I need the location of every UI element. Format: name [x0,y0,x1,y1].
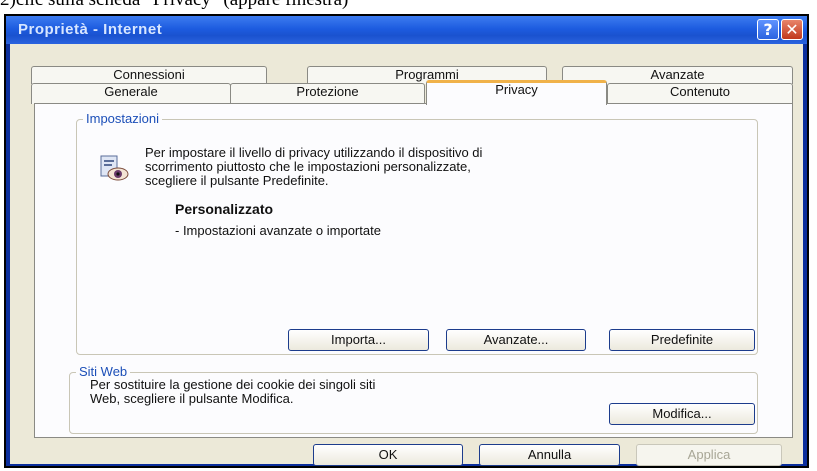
internet-properties-dialog: Proprietà - Internet ? ✕ Connessioni Pro… [4,14,809,468]
siti-web-desc-line-1: Per sostituire la gestione dei cookie de… [90,377,376,392]
impostazioni-desc-line-3: scegliere il pulsante Predefinite. [145,173,329,188]
help-button[interactable]: ? [757,19,779,40]
default-button[interactable]: Predefinite [609,329,755,351]
title-bar[interactable]: Proprietà - Internet ? ✕ [6,16,807,44]
advanced-button[interactable]: Avanzate... [446,329,586,351]
import-button[interactable]: Importa... [288,329,429,351]
tab-connessioni[interactable]: Connessioni [31,66,267,84]
impostazioni-desc-line-2: scorrimento piuttosto che le impostazion… [145,159,471,174]
cancel-button[interactable]: Annulla [479,444,620,466]
tab-generale[interactable]: Generale [31,83,231,104]
impostazioni-desc-line-1: Per impostare il livello di privacy util… [145,145,483,160]
modify-button[interactable]: Modifica... [609,403,755,425]
dialog-client-area: Connessioni Programmi Avanzate Generale … [10,44,803,466]
window-title: Proprietà - Internet [18,21,163,38]
impostazioni-label: Impostazioni [83,111,162,126]
ok-button[interactable]: OK [313,444,463,466]
privacy-eye-icon [100,155,129,181]
tab-privacy[interactable]: Privacy [426,80,607,105]
privacy-level-title: Personalizzato [175,201,274,217]
privacy-level-detail: - Impostazioni avanzate o importate [175,223,381,238]
apply-button[interactable]: Applica [636,444,782,466]
close-button[interactable]: ✕ [781,19,803,40]
page-caption: 2)clic sulla scheda "Privacy" (appare fi… [0,0,348,11]
tab-contenuto[interactable]: Contenuto [607,83,793,104]
siti-web-desc-line-2: Web, scegliere il pulsante Modifica. [90,391,294,406]
tab-protezione[interactable]: Protezione [230,83,425,104]
privacy-tab-panel: Impostazioni Per impostare il livello di… [34,103,793,438]
